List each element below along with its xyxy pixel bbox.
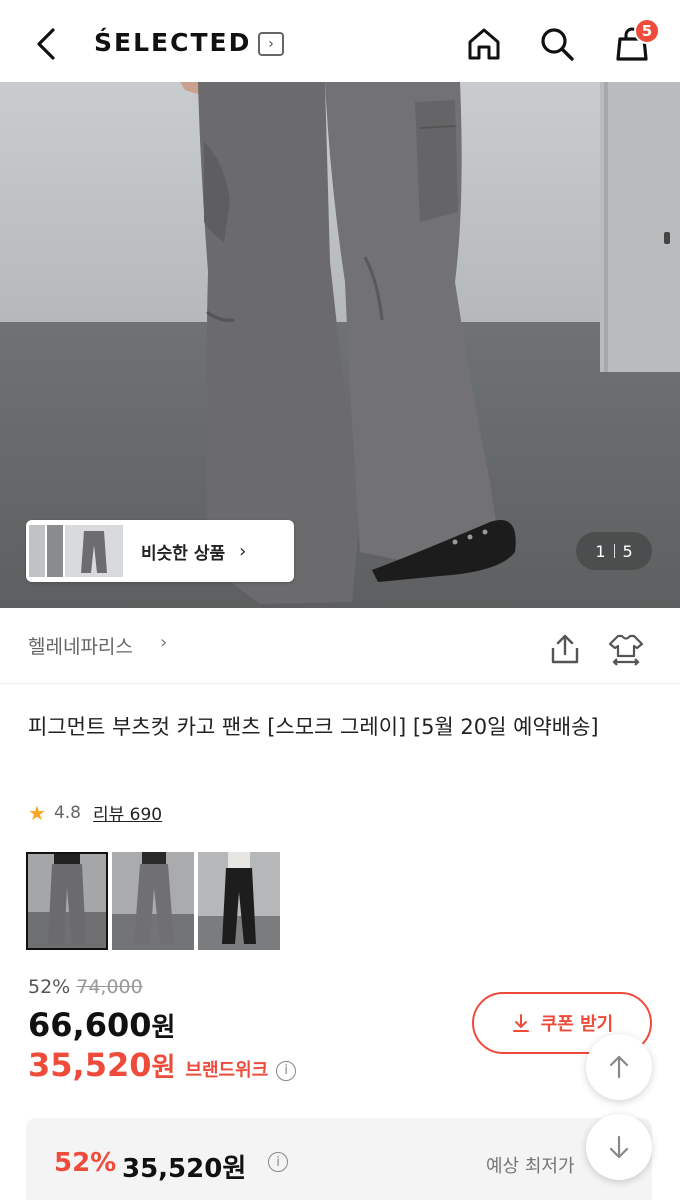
- best-price-box[interactable]: 52% 35,520원 i 예상 최저가: [26, 1118, 652, 1200]
- product-title: 피그먼트 부츠컷 카고 팬츠 [스모크 그레이] [5월 20일 예약배송]: [28, 715, 599, 739]
- color-option-smoke-gray[interactable]: [26, 852, 108, 950]
- brandweek-tag: 브랜드위크: [185, 1060, 269, 1081]
- logo-chevron-icon[interactable]: ›: [258, 32, 284, 56]
- current-price-amount: 66,600: [28, 1006, 152, 1044]
- arrow-up-icon: [609, 1055, 629, 1079]
- back-icon[interactable]: [26, 24, 66, 64]
- currency-unit: 원: [151, 1053, 176, 1083]
- brand-link[interactable]: 헬레네파리스: [28, 632, 133, 659]
- chevron-right-icon[interactable]: ›: [160, 632, 167, 653]
- page-current: 1: [595, 541, 606, 561]
- home-icon[interactable]: [462, 22, 506, 66]
- info-icon[interactable]: i: [268, 1152, 288, 1172]
- review-count-link[interactable]: 리뷰 690: [93, 800, 162, 825]
- discount-percent: 52%: [28, 976, 71, 998]
- chevron-right-icon: ›: [239, 540, 247, 562]
- best-price-label: 예상 최저가: [486, 1156, 575, 1177]
- currency-unit: 원: [151, 1013, 176, 1043]
- search-icon[interactable]: [535, 22, 579, 66]
- color-option-black[interactable]: [198, 852, 280, 950]
- brand-logo[interactable]: ŚELECTED: [94, 28, 251, 57]
- star-icon: ★: [28, 800, 46, 825]
- scroll-down-button[interactable]: [586, 1114, 652, 1180]
- info-icon[interactable]: i: [276, 1060, 297, 1081]
- original-price: 74,000: [76, 976, 143, 998]
- similar-products-button[interactable]: 비슷한 상품 ›: [26, 520, 294, 582]
- cart-count-badge: 5: [634, 18, 660, 44]
- brand-row: 헬레네파리스 ›: [0, 608, 680, 684]
- page-total: 5: [622, 541, 633, 561]
- current-price: 66,600원: [28, 1006, 175, 1044]
- scroll-up-button[interactable]: [586, 1034, 652, 1100]
- best-discount-percent: 52%: [54, 1148, 117, 1178]
- discount-line: 52% 74,000: [28, 976, 143, 998]
- top-header: ŚELECTED › 5: [0, 0, 680, 84]
- best-price-amount: 35,520원: [122, 1154, 247, 1184]
- arrow-down-icon: [609, 1135, 629, 1159]
- color-option-smoke-gray-2[interactable]: [112, 852, 194, 950]
- similar-products-label: 비슷한 상품: [141, 543, 226, 564]
- image-page-counter: 1 5: [576, 532, 652, 570]
- brandweek-price: 35,520 원 브랜드위크 i: [28, 1046, 297, 1084]
- color-options: [26, 852, 280, 950]
- rating-score: 4.8: [53, 802, 81, 823]
- rating-row: ★ 4.8 리뷰 690: [28, 800, 162, 826]
- divider: [613, 544, 615, 558]
- size-fit-icon[interactable]: [604, 628, 648, 670]
- download-icon: [512, 1014, 529, 1032]
- similar-products-thumbnails: [29, 523, 125, 579]
- brandweek-price-amount: 35,520: [28, 1046, 152, 1084]
- share-icon[interactable]: [544, 628, 586, 670]
- coupon-label: 쿠폰 받기: [540, 1014, 614, 1035]
